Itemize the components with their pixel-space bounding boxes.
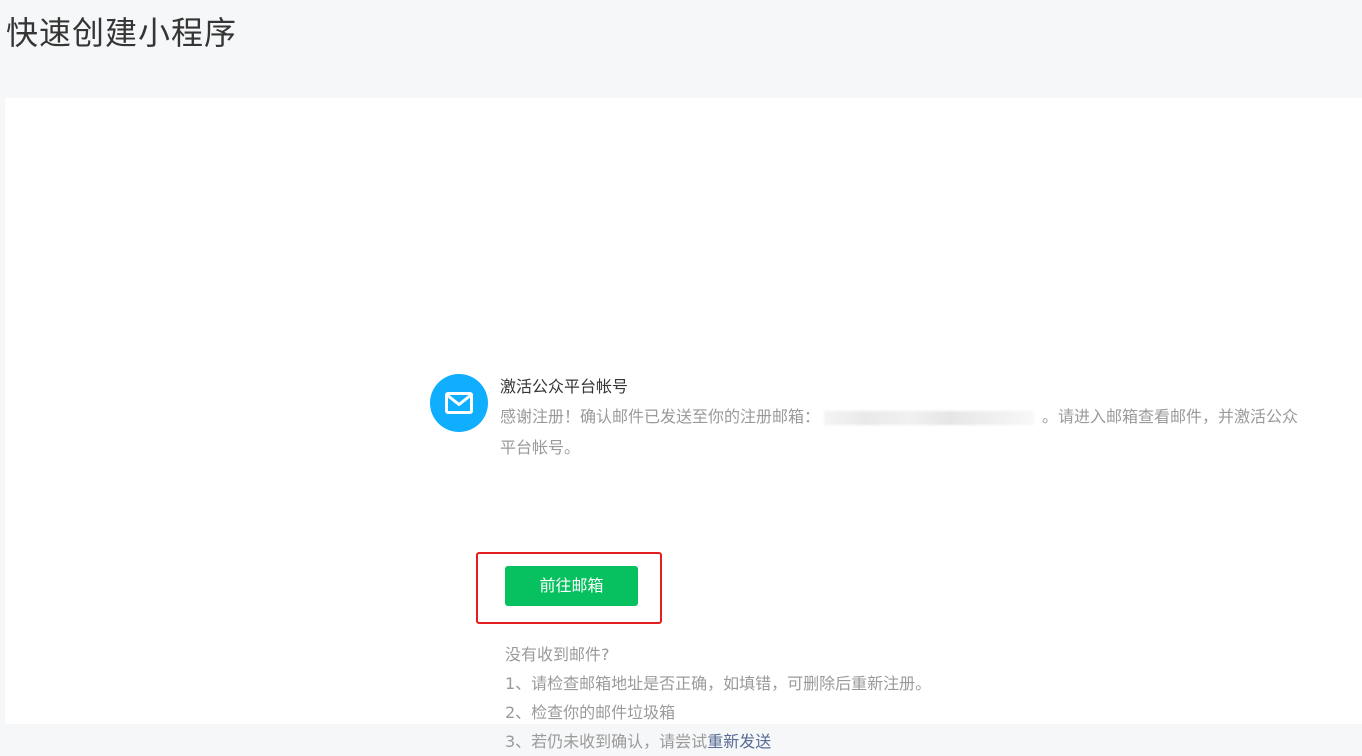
activation-description: 感谢注册！确认邮件已发送至你的注册邮箱： 。请进入邮箱查看邮件，并激活公众平台帐号…: [500, 401, 1300, 463]
resend-link[interactable]: 重新发送: [707, 732, 771, 751]
page-title: 快速创建小程序: [6, 14, 238, 52]
activation-text: 激活公众平台帐号 感谢注册！确认邮件已发送至你的注册邮箱： 。请进入邮箱查看邮件，…: [500, 374, 1300, 463]
help-section: 没有收到邮件? 1、请检查邮箱地址是否正确，如填错，可删除后重新注册。 2、检查…: [505, 640, 1305, 756]
goto-mailbox-button[interactable]: 前往邮箱: [505, 566, 638, 606]
description-prefix: 感谢注册！确认邮件已发送至你的注册邮箱：: [500, 407, 821, 426]
envelope-icon: [445, 392, 473, 414]
help-item-1: 1、请检查邮箱地址是否正确，如填错，可删除后重新注册。: [505, 674, 932, 693]
main-card: 激活公众平台帐号 感谢注册！确认邮件已发送至你的注册邮箱： 。请进入邮箱查看邮件，…: [5, 98, 1362, 751]
help-heading: 没有收到邮件?: [505, 645, 610, 664]
mail-icon: [430, 374, 488, 432]
activation-title: 激活公众平台帐号: [500, 377, 629, 396]
help-item-3-text: 3、若仍未收到确认，请尝试: [505, 732, 708, 751]
help-item-2: 2、检查你的邮件垃圾箱: [505, 703, 676, 722]
help-item-3: 3、若仍未收到确认，请尝试重新发送: [505, 727, 1305, 756]
masked-email: [824, 410, 1035, 425]
